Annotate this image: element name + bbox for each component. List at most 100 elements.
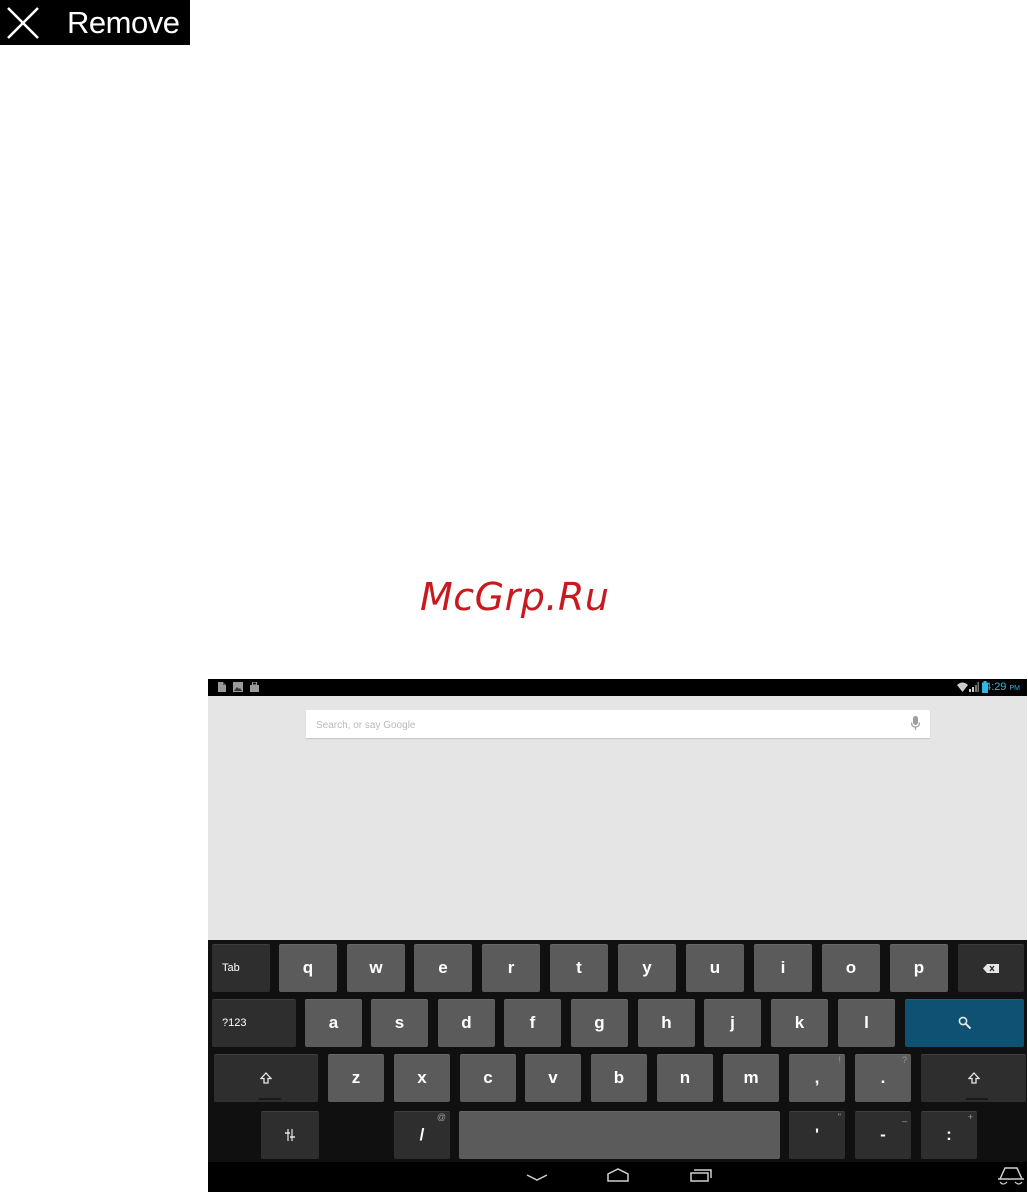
key-a[interactable]: a [305, 999, 362, 1047]
key-label: ?123 [222, 1017, 247, 1029]
key-l[interactable]: l [838, 999, 895, 1047]
recent-apps-icon[interactable] [690, 1169, 712, 1182]
key-label: Tab [222, 962, 240, 974]
key-label: i [780, 958, 786, 977]
key-t[interactable]: t [550, 944, 608, 992]
key-shift-right[interactable] [921, 1054, 1026, 1102]
key-label: h [661, 1013, 672, 1032]
key-hint: ? [901, 1055, 907, 1065]
key-shift-left[interactable] [214, 1054, 318, 1102]
key-x[interactable]: x [394, 1054, 450, 1102]
key-tab[interactable]: Tab [212, 944, 270, 992]
home-icon[interactable] [606, 1168, 630, 1182]
key-label: ' [814, 1125, 820, 1144]
key-label: / [419, 1125, 425, 1144]
key-label: d [461, 1013, 472, 1032]
mic-icon[interactable] [911, 716, 920, 731]
key-label: : [946, 1125, 952, 1144]
key-n[interactable]: n [657, 1054, 713, 1102]
key-j[interactable]: j [704, 999, 761, 1047]
key-label: , [814, 1068, 820, 1087]
close-icon [7, 7, 39, 39]
key-q[interactable]: q [279, 944, 337, 992]
key-k[interactable]: k [771, 999, 828, 1047]
key-colon[interactable]: : + [921, 1111, 977, 1159]
key-label: u [709, 958, 721, 977]
key-hint: ! [838, 1055, 841, 1065]
back-icon[interactable] [526, 1174, 548, 1182]
key-apostrophe[interactable]: ' " [789, 1111, 845, 1159]
key-g[interactable]: g [571, 999, 628, 1047]
key-label: a [328, 1013, 339, 1032]
key-label: j [730, 1013, 735, 1032]
document-icon [218, 682, 226, 692]
key-d[interactable]: d [438, 999, 495, 1047]
key-label: s [394, 1013, 405, 1032]
key-z[interactable]: z [328, 1054, 384, 1102]
key-hint: _ [901, 1112, 907, 1122]
key-hint: + [967, 1112, 973, 1122]
key-label: e [438, 958, 448, 977]
key-slash[interactable]: / @ [394, 1111, 450, 1159]
clock: 4:29 PM [985, 680, 1020, 696]
key-w[interactable]: w [347, 944, 405, 992]
key-label: k [794, 1013, 805, 1032]
bag-icon [250, 682, 259, 692]
key-e[interactable]: e [414, 944, 472, 992]
search-box[interactable] [306, 710, 930, 738]
key-s[interactable]: s [371, 999, 428, 1047]
keyboard-switch-icon[interactable] [997, 1166, 1025, 1188]
key-u[interactable]: u [686, 944, 744, 992]
key-search[interactable] [905, 999, 1024, 1047]
key-label: c [483, 1068, 493, 1087]
key-settings[interactable] [261, 1111, 319, 1159]
key-r[interactable]: r [482, 944, 540, 992]
key-f[interactable]: f [504, 999, 561, 1047]
key-label: m [743, 1068, 759, 1087]
shift-icon [967, 1072, 980, 1084]
key-o[interactable]: o [822, 944, 880, 992]
key-h[interactable]: h [638, 999, 695, 1047]
key-label: r [507, 958, 515, 977]
signal-icon [969, 682, 979, 692]
key-label: l [864, 1013, 869, 1032]
key-label: t [576, 958, 582, 977]
key-b[interactable]: b [591, 1054, 647, 1102]
key-comma[interactable]: ,! [789, 1054, 845, 1102]
shift-indicator [966, 1098, 988, 1100]
settings-sliders-icon [284, 1129, 296, 1141]
key-label: b [613, 1068, 625, 1087]
tablet-screen: 4:29 PM Tab q w e r t y u i o p ?123 a s d f g h j k l z x c v b n… [208, 679, 1027, 1192]
key-p[interactable]: p [890, 944, 948, 992]
navigation-bar [208, 1162, 1027, 1192]
key-label: y [642, 958, 652, 977]
key-label: p [913, 958, 925, 977]
backspace-icon [983, 963, 999, 973]
key-label: f [529, 1013, 536, 1032]
key-backspace[interactable] [958, 944, 1024, 992]
key-y[interactable]: y [618, 944, 676, 992]
key-v[interactable]: v [525, 1054, 581, 1102]
remove-button[interactable]: Remove [0, 0, 190, 45]
status-bar: 4:29 PM [208, 679, 1027, 696]
key-label: - [880, 1125, 886, 1144]
search-input[interactable] [314, 714, 898, 736]
key-symbols[interactable]: ?123 [212, 999, 296, 1047]
key-m[interactable]: m [723, 1054, 779, 1102]
key-c[interactable]: c [460, 1054, 516, 1102]
watermark-text: McGrp.Ru [420, 575, 610, 619]
key-i[interactable]: i [754, 944, 812, 992]
shift-icon [260, 1072, 272, 1084]
remove-label: Remove [67, 5, 180, 40]
key-label: n [679, 1068, 691, 1087]
wifi-icon [957, 682, 968, 692]
key-label: x [417, 1068, 427, 1087]
key-period[interactable]: .? [855, 1054, 911, 1102]
shift-indicator [259, 1098, 281, 1100]
key-label: o [845, 958, 857, 977]
clock-time: 4:29 [985, 681, 1007, 693]
on-screen-keyboard: Tab q w e r t y u i o p ?123 a s d f g h j k l z x c v b n m,!.? / @ '… [208, 940, 1027, 1192]
key-space[interactable] [459, 1111, 780, 1159]
search-icon [958, 1016, 972, 1030]
key-dash[interactable]: - _ [855, 1111, 911, 1159]
